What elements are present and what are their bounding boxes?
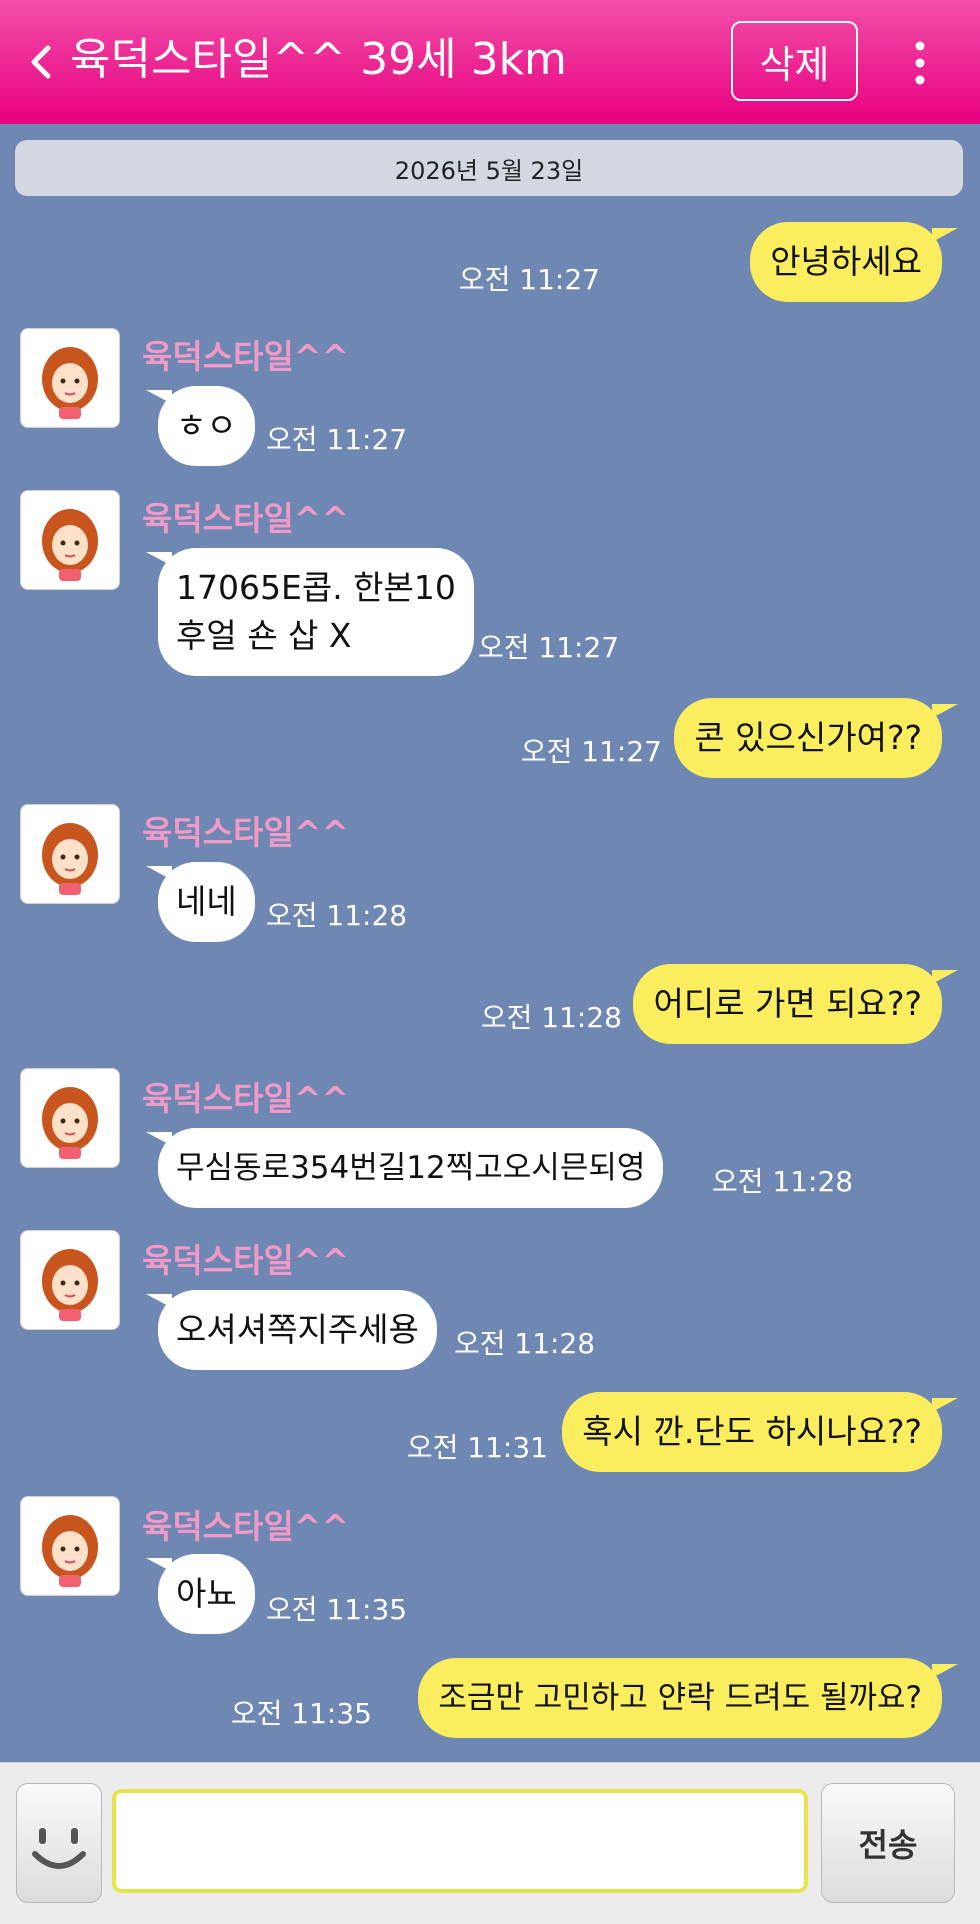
bubble-tail — [932, 1664, 958, 1678]
bubble-tail — [932, 1398, 958, 1412]
message-time: 오전 11:27 — [478, 631, 620, 664]
avatar[interactable] — [20, 1230, 120, 1330]
avatar[interactable] — [20, 490, 120, 590]
avatar-girl-icon — [42, 1087, 98, 1159]
bubble-tail — [932, 704, 958, 718]
chevron-left-icon[interactable] — [26, 42, 58, 82]
avatar[interactable] — [20, 1496, 120, 1596]
avatar-girl-icon — [42, 1515, 98, 1587]
chat-header: 육덕스타일^^ 39세 3km 삭제 — [0, 0, 980, 124]
more-vertical-icon[interactable] — [904, 38, 936, 88]
message-time: 오전 11:35 — [266, 1593, 408, 1626]
my-message-bubble[interactable]: 어디로 가면 되요?? — [633, 964, 942, 1044]
sender-name: 육덕스타일^^ — [142, 813, 350, 852]
message-time: 오전 11:28 — [266, 899, 408, 932]
their-message-bubble[interactable]: 오셔셔쪽지주세용 — [158, 1290, 437, 1370]
emoji-button[interactable] — [16, 1783, 102, 1903]
their-message-bubble[interactable]: 네네 — [158, 862, 255, 942]
avatar-girl-icon — [42, 509, 98, 581]
avatar[interactable] — [20, 1068, 120, 1168]
bubble-tail — [932, 970, 958, 984]
bubble-tail — [932, 228, 958, 242]
message-time: 오전 11:28 — [454, 1327, 596, 1360]
their-message-bubble[interactable]: 무심동로354번길12찍고오시믄되영 — [158, 1128, 664, 1208]
smiley-icon — [32, 1828, 86, 1869]
sender-name: 육덕스타일^^ — [142, 499, 350, 538]
sender-name: 육덕스타일^^ — [142, 1241, 350, 1280]
chat-title: 육덕스타일^^ 39세 3km — [70, 34, 567, 85]
message-line: 17065E콥. 한본10 — [176, 568, 456, 607]
their-message-bubble[interactable]: ㅎㅇ — [158, 386, 255, 466]
avatar[interactable] — [20, 804, 120, 904]
my-message-bubble[interactable]: 안녕하세요 — [750, 222, 942, 302]
avatar-girl-icon — [42, 347, 98, 419]
sender-name: 육덕스타일^^ — [142, 1507, 350, 1546]
avatar[interactable] — [20, 328, 120, 428]
message-time: 오전 11:35 — [230, 1697, 372, 1730]
message-time: 오전 11:28 — [480, 1001, 622, 1034]
message-time: 오전 11:27 — [458, 263, 600, 296]
message-time: 오전 11:28 — [712, 1165, 854, 1198]
message-time: 오전 11:27 — [520, 735, 662, 768]
my-message-bubble[interactable]: 혹시 깐.단도 하시나요?? — [562, 1392, 942, 1472]
delete-button[interactable]: 삭제 — [731, 21, 858, 101]
sender-name: 육덕스타일^^ — [142, 1079, 350, 1118]
message-time: 오전 11:27 — [266, 423, 408, 456]
message-time: 오전 11:31 — [406, 1431, 548, 1464]
my-message-bubble[interactable]: 콘 있으신가여?? — [674, 698, 942, 778]
date-divider: 2026년 5월 23일 — [15, 140, 963, 196]
avatar-girl-icon — [42, 823, 98, 895]
their-message-bubble[interactable]: 아뇨 — [158, 1554, 255, 1634]
message-input[interactable] — [112, 1789, 808, 1893]
message-composer: 전송 — [0, 1762, 980, 1924]
my-message-bubble[interactable]: 조금만 고민하고 얀락 드려도 될까요? — [418, 1658, 942, 1738]
message-line: 후얼 숀 삽 X — [176, 616, 352, 655]
their-message-bubble[interactable]: 17065E콥. 한본10 후얼 숀 삽 X — [158, 548, 474, 676]
sender-name: 육덕스타일^^ — [142, 337, 350, 376]
send-button[interactable]: 전송 — [821, 1783, 955, 1903]
avatar-girl-icon — [42, 1249, 98, 1321]
